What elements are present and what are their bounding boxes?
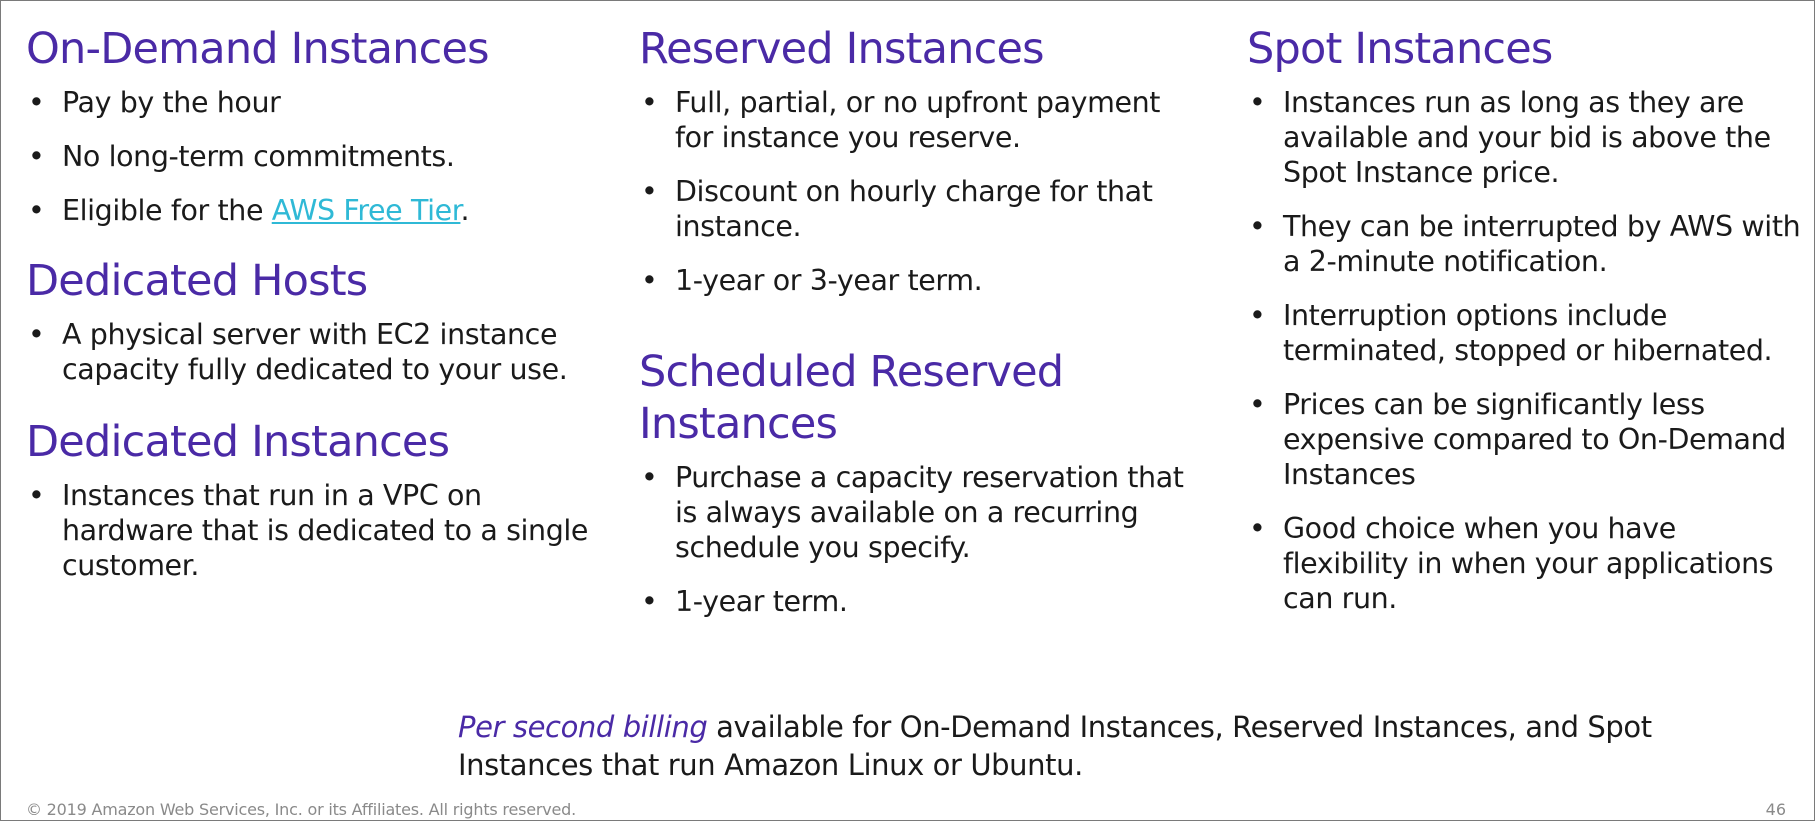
bullet-item: • Pay by the hour (28, 86, 281, 119)
bullet-list-on-demand: • Pay by the hour • No long-term commitmen… (26, 85, 601, 228)
section-scheduled-reserved: Scheduled Reserved Instances • Purchase a… (639, 346, 1199, 619)
page-number: 46 (1765, 800, 1786, 819)
section-reserved: Reserved Instances • Full, partial, or no… (639, 23, 1199, 298)
bullet-dot: • (28, 479, 45, 512)
bullet-dot: • (1249, 210, 1266, 243)
bullet-dot: • (1249, 512, 1266, 545)
copyright-footer: © 2019 Amazon Web Services, Inc. or its … (26, 800, 576, 819)
slide: On-Demand Instances • Pay by the hour • No… (0, 0, 1815, 821)
heading-reserved: Reserved Instances (639, 24, 1045, 74)
bullet-dot: • (1249, 388, 1266, 421)
bullet-list-reserved: • Full, partial, or no upfront payment fo… (639, 85, 1199, 298)
bullet-dot: • (28, 140, 45, 173)
bullet-item: • Purchase a capacity reservation that is… (641, 461, 1184, 564)
bullet-item: • Discount on hourly charge for that inst… (641, 175, 1153, 243)
section-dedicated-hosts: Dedicated Hosts • A physical server with … (26, 255, 601, 387)
bullet-item: • Interruption options include terminated… (1249, 299, 1773, 367)
bullet-item: • Instances that run in a VPC on hardware… (28, 479, 589, 582)
bullet-dot: • (28, 318, 45, 351)
bullet-item: • 1-year or 3-year term. (641, 264, 983, 297)
section-on-demand: On-Demand Instances • Pay by the hour • No… (26, 23, 601, 228)
bullet-item: • Prices can be significantly less expens… (1249, 388, 1786, 491)
bullet-item: • Good choice when you have flexibility i… (1249, 512, 1774, 615)
heading-spot: Spot Instances (1247, 24, 1553, 74)
bullet-dot: • (641, 585, 658, 618)
bullet-item: • Full, partial, or no upfront payment fo… (641, 86, 1161, 154)
bullet-dot: • (28, 86, 45, 119)
bullet-dot: • (641, 264, 658, 297)
bullet-dot: • (641, 461, 658, 494)
bullet-item: • Instances run as long as they are avail… (1249, 86, 1771, 189)
bullet-dot: • (641, 86, 658, 119)
bullet-list-dedicated-instances: • Instances that run in a VPC on hardware… (26, 478, 601, 583)
bullet-list-scheduled-reserved: • Purchase a capacity reservation that is… (639, 460, 1199, 619)
column-right: Spot Instances • Instances run as long as… (1247, 23, 1807, 635)
bullet-dot: • (1249, 86, 1266, 119)
bullet-dot: • (641, 175, 658, 208)
bullet-item: • 1-year term. (641, 585, 848, 618)
bullet-dot: • (28, 194, 45, 227)
bullet-list-spot: • Instances run as long as they are avail… (1247, 85, 1807, 616)
bullet-item: • Eligible for the AWS Free Tier. (28, 194, 470, 227)
column-middle: Reserved Instances • Full, partial, or no… (639, 23, 1199, 638)
heading-dedicated-hosts: Dedicated Hosts (26, 256, 368, 306)
bullet-list-dedicated-hosts: • A physical server with EC2 instance cap… (26, 317, 601, 387)
bullet-item: • No long-term commitments. (28, 140, 455, 173)
bullet-item: • A physical server with EC2 instance cap… (28, 318, 568, 386)
bullet-dot: • (1249, 299, 1266, 332)
bullet-item: • They can be interrupted by AWS with a 2… (1249, 210, 1801, 278)
section-spot: Spot Instances • Instances run as long as… (1247, 23, 1807, 616)
aws-free-tier-link[interactable]: AWS Free Tier (272, 194, 461, 227)
billing-emphasis: Per second billing (458, 710, 708, 744)
heading-on-demand: On-Demand Instances (26, 24, 490, 74)
column-left: On-Demand Instances • Pay by the hour • No… (26, 23, 601, 602)
heading-dedicated-instances: Dedicated Instances (26, 417, 450, 467)
section-dedicated-instances: Dedicated Instances • Instances that run … (26, 416, 601, 583)
billing-note: Per second billing available for On-Dema… (458, 708, 1658, 784)
heading-scheduled-reserved: Scheduled Reserved Instances (639, 347, 1064, 449)
